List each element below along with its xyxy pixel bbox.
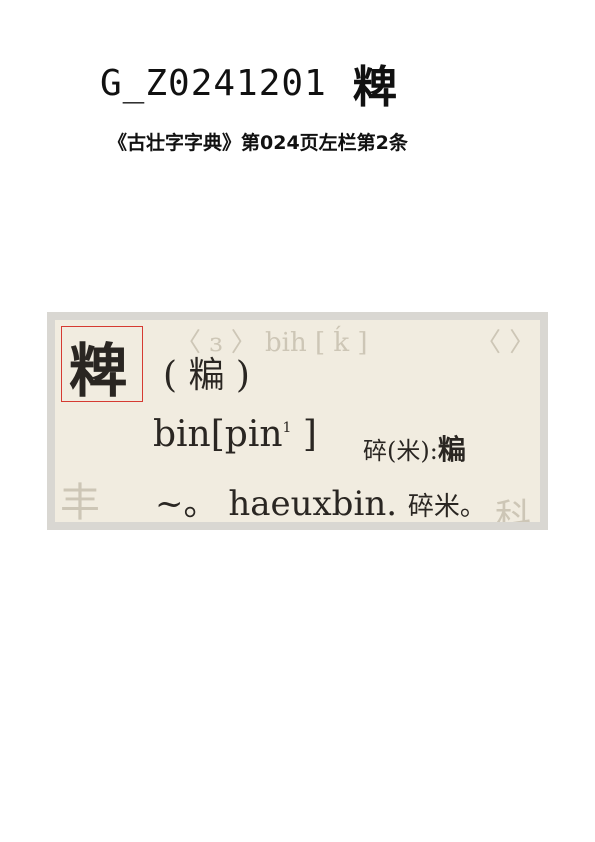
scan-paper: 〈 ɜ 〉 bih [ ḱ ] 〈 〉 丰 科 粺 ( 糄 ) bin[pin1… [55,320,540,522]
definition-text: 碎(米): [363,437,438,465]
pronunciation-close: ] [302,414,317,455]
headword: 粺 [69,337,128,405]
variant-form: ( 糄 ) [163,355,250,396]
definition: 碎(米):糄 [363,428,466,468]
example: ~。 haeuxbin. 碎米。 [155,476,486,522]
title-character: 粺 [352,62,397,113]
glyph-code: G_Z0241201 [100,62,327,104]
example-prefix: ~。 [155,484,218,522]
example-word: haeuxbin. [228,484,398,522]
example-gloss: 碎米。 [407,492,486,522]
definition-char: 糄 [437,433,466,466]
tone-number: 1 [282,420,292,436]
bleed-through-text: 科 [495,497,532,522]
page-title: G_Z0241201 粺 [100,58,397,113]
pronunciation-text: bin[pin [153,414,283,455]
dictionary-scan: 〈 ɜ 〉 bih [ ḱ ] 〈 〉 丰 科 粺 ( 糄 ) bin[pin1… [47,312,548,530]
bleed-through-text: 〈 〉 [475,328,536,358]
bleed-through-text: 丰 [60,480,100,522]
source-reference: 《古壮字字典》第024页左栏第2条 [108,132,408,154]
pronunciation: bin[pin1 ] [153,414,317,455]
